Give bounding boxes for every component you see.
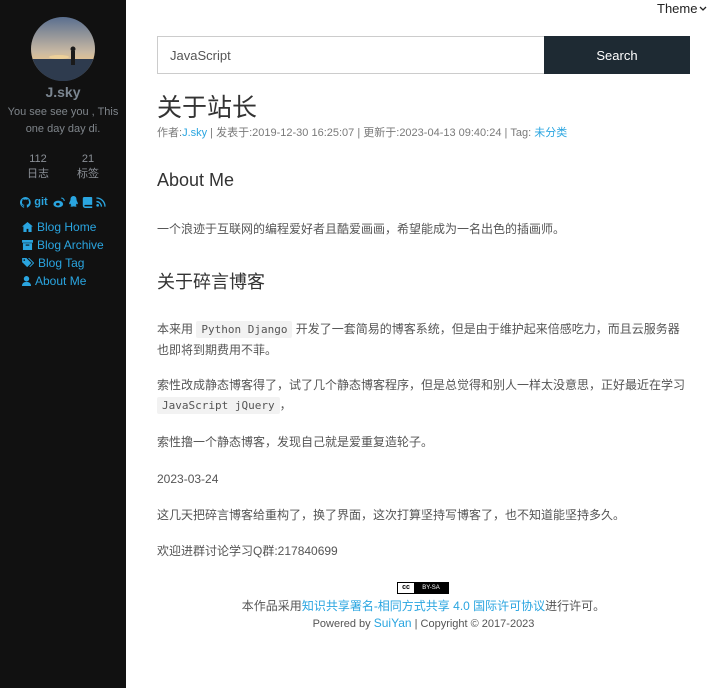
license-text: 本作品采用知识共享署名-相同方式共享 4.0 国际许可协议进行许可。 (157, 597, 690, 614)
rss-icon[interactable] (96, 197, 106, 207)
meta-author-link[interactable]: J.sky (182, 127, 207, 139)
cc-badge-right: BY-SA (414, 583, 448, 593)
nav-blog-tag-label: Blog Tag (38, 256, 85, 270)
page-title: 关于站长 (157, 94, 258, 122)
paragraph-4: 这几天把碎言博客给重构了，换了界面，这次打算坚持写博客了，也不知道能坚持多久。 (157, 508, 626, 522)
tags-icon (22, 258, 34, 268)
archive-icon (22, 240, 33, 250)
paragraph-3: 索性撸一个静态博客，发现自己就是爱重复造轮子。 (157, 435, 434, 449)
book-icon[interactable] (82, 196, 93, 208)
post-meta: 作者:J.sky | 发表于:2019-12-30 16:25:07 | 更新于… (157, 124, 567, 140)
nav-about-me[interactable]: About Me (22, 272, 104, 290)
p2-after: ， (279, 398, 292, 412)
about-text: 一个浪迹于互联网的编程爱好者且酷爱画画，希望能成为一名出色的插画师。 (157, 222, 566, 236)
powered-prefix: Powered by (312, 618, 374, 630)
author-bio: You see see you , This one day day di. (7, 106, 119, 135)
theme-label: Theme (657, 1, 698, 16)
nav-about-me-label: About Me (35, 274, 87, 288)
paragraph-2: 索性改成静态博客得了，试了几个静态博客程序，但是总觉得和别人一样太没意思，正好最… (157, 375, 690, 416)
stat-tags-count: 21 (81, 153, 95, 165)
paragraph-5: 欢迎进群讨论学习Q群:217840699 (157, 544, 338, 558)
p1-code: Python Django (196, 321, 293, 338)
nav-blog-archive[interactable]: Blog Archive (22, 236, 104, 254)
about-heading: About Me (157, 170, 235, 190)
qq-icon[interactable] (68, 196, 79, 208)
license-prefix: 本作品采用 (241, 599, 302, 613)
blog-heading: 关于碎言博客 (157, 272, 265, 292)
meta-dates: | 发表于:2019-12-30 16:25:07 | 更新于:2023-04-… (207, 127, 535, 139)
license-link[interactable]: 知识共享署名-相同方式共享 4.0 国际许可协议 (302, 599, 545, 613)
paragraph-1: 本来用 Python Django 开发了一套简易的博客系统，但是由于维护起来倍… (157, 319, 690, 360)
cc-license-badge[interactable]: cc BY-SA (397, 582, 449, 594)
stat-tags[interactable]: 21 标签 (66, 152, 110, 182)
sidebar-nav: Blog Home Blog Archive Blog Tag About Me (22, 218, 104, 290)
post-date: 2023-03-24 (157, 472, 219, 486)
stat-posts[interactable]: 112 日志 (16, 152, 60, 182)
social-links: git (0, 196, 126, 208)
stat-posts-count: 112 (29, 153, 47, 165)
nav-blog-tag[interactable]: Blog Tag (22, 254, 104, 272)
p2-before: 索性改成静态博客得了，试了几个静态博客程序，但是总觉得和别人一样太没意思，正好最… (157, 378, 686, 392)
avatar[interactable] (31, 17, 95, 81)
search-button[interactable]: Search (544, 36, 690, 74)
stat-tags-label: 标签 (77, 168, 99, 180)
powered-suffix: | Copyright © 2017-2023 (411, 618, 535, 630)
meta-tag-link[interactable]: 未分类 (534, 127, 567, 139)
license-suffix: 进行许可。 (545, 599, 606, 613)
nav-blog-home-label: Blog Home (37, 220, 97, 234)
powered-link[interactable]: SuiYan (374, 616, 412, 630)
search-input[interactable] (157, 36, 545, 74)
author-name: J.sky (45, 84, 81, 100)
p2-code: JavaScript jQuery (157, 397, 280, 414)
weibo-icon[interactable] (53, 196, 65, 208)
nav-blog-home[interactable]: Blog Home (22, 218, 104, 236)
github-icon[interactable] (20, 196, 31, 208)
p1-before: 本来用 (157, 322, 197, 336)
stat-posts-label: 日志 (27, 168, 49, 180)
powered-by: Powered by SuiYan | Copyright © 2017-202… (157, 616, 690, 630)
user-icon (22, 276, 31, 286)
meta-author-prefix: 作者: (157, 127, 183, 139)
home-icon (22, 222, 33, 232)
theme-dropdown[interactable]: Theme (657, 1, 707, 16)
chevron-down-icon (700, 6, 707, 11)
nav-blog-archive-label: Blog Archive (37, 238, 104, 252)
cc-badge-left: cc (398, 583, 414, 593)
sidebar: J.sky You see see you , This one day day… (0, 0, 126, 688)
git-label[interactable]: git (34, 196, 47, 208)
